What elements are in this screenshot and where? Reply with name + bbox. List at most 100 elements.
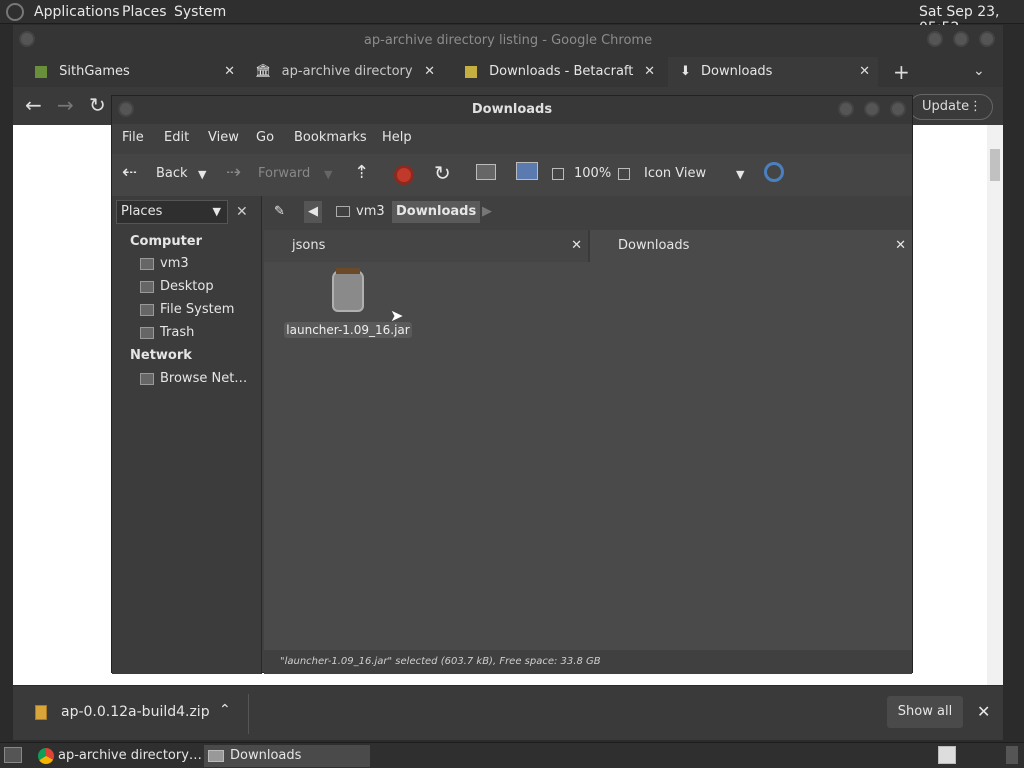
close-tab-icon[interactable]: ✕ — [895, 230, 906, 262]
download-bar: ap-0.0.12a-build4.zip ⌃ Show all ✕ — [13, 685, 1003, 740]
back-history-chevron-icon[interactable]: ▼ — [198, 168, 206, 181]
trash-applet-icon[interactable] — [1006, 746, 1018, 764]
sidebar-places-select[interactable]: Places ▼ — [116, 200, 228, 224]
window-menu-icon[interactable] — [19, 31, 35, 47]
menu-edit[interactable]: Edit — [164, 130, 189, 145]
sidebar-item-label: Trash — [160, 325, 195, 340]
close-tab-icon[interactable]: ✕ — [224, 57, 235, 87]
fm-minimize-button[interactable] — [838, 101, 854, 117]
applications-menu[interactable]: Applications — [34, 4, 120, 20]
fm-tab-label: jsons — [292, 238, 326, 253]
fm-close-button[interactable] — [890, 101, 906, 117]
download-options-chevron-icon[interactable]: ⌃ — [219, 702, 231, 718]
taskbar-item-downloads[interactable]: Downloads — [204, 745, 370, 767]
tab-search-chevron-icon[interactable]: ⌄ — [973, 63, 985, 79]
path-downloads[interactable]: Downloads — [392, 201, 481, 223]
close-tab-icon[interactable]: ✕ — [424, 57, 435, 87]
computer-icon[interactable] — [516, 162, 538, 180]
network-icon — [140, 372, 154, 385]
close-tab-icon[interactable]: ✕ — [859, 57, 870, 87]
fm-tab-downloads[interactable]: Downloads ✕ — [590, 230, 912, 262]
new-tab-icon[interactable]: + — [893, 60, 910, 84]
forward-arrow-icon[interactable]: → — [57, 93, 74, 117]
show-desktop-icon[interactable] — [4, 747, 22, 763]
tab-betacraft[interactable]: Downloads - Betacraft ✕ — [453, 57, 663, 87]
edit-location-icon[interactable]: ✎ — [270, 201, 289, 223]
sidebar-item-label: vm3 — [160, 256, 189, 271]
places-menu[interactable]: Places — [122, 4, 167, 20]
top-panel: Applications Places System Sat Sep 23, 0… — [0, 0, 1024, 36]
file-view[interactable]: launcher-1.09_16.jar ➤ — [264, 262, 912, 650]
file-item[interactable]: launcher-1.09_16.jar — [284, 268, 414, 338]
more-menu-icon[interactable]: ⋮ — [969, 95, 982, 119]
mouse-cursor-icon: ➤ — [390, 306, 404, 325]
up-icon[interactable]: ⇡ — [354, 162, 369, 183]
tab-sithgames[interactable]: SithGames ✕ — [23, 57, 243, 87]
fm-tab-jsons[interactable]: jsons ✕ — [264, 230, 588, 262]
archive-favicon-icon: 🏛 — [255, 64, 272, 79]
reload-icon[interactable]: ↻ — [434, 161, 451, 185]
fm-window-menu-icon[interactable] — [118, 101, 134, 117]
update-button[interactable]: Update ⋮ — [909, 94, 993, 120]
fm-tab-bar: jsons ✕ Downloads ✕ — [264, 230, 912, 262]
sidebar-item-trash[interactable]: Trash — [140, 325, 194, 345]
sidebar-item-filesystem[interactable]: File System — [140, 302, 234, 322]
menu-go[interactable]: Go — [256, 130, 274, 145]
page-scrollbar[interactable] — [987, 125, 1003, 685]
tab-strip: SithGames ✕ 🏛 ap-archive directory listi… — [13, 57, 1003, 109]
stop-icon[interactable] — [394, 165, 414, 185]
path-left-icon[interactable]: ◀ — [304, 201, 322, 223]
menu-view[interactable]: View — [208, 130, 239, 145]
show-all-button[interactable]: Show all — [887, 696, 963, 728]
close-download-bar-icon[interactable]: ✕ — [977, 702, 990, 721]
sidebar-item-desktop[interactable]: Desktop — [140, 279, 214, 299]
minimize-button[interactable] — [927, 31, 943, 47]
update-label: Update — [922, 99, 970, 114]
close-tab-icon[interactable]: ✕ — [571, 230, 582, 262]
workspace-switcher-icon[interactable] — [938, 746, 956, 764]
download-divider — [248, 694, 249, 734]
sidebar-item-vm3[interactable]: vm3 — [140, 256, 189, 276]
taskbar: ap-archive directory… Downloads — [0, 742, 1024, 768]
sidebar-item-browse-network[interactable]: Browse Net… — [140, 371, 247, 391]
forward-icon[interactable]: ⇢ — [226, 162, 241, 183]
home-folder-icon — [140, 257, 154, 270]
search-icon[interactable] — [764, 162, 784, 182]
sidebar-header-label: Places — [121, 204, 163, 219]
home-icon[interactable] — [476, 164, 496, 180]
back-arrow-icon[interactable]: ← — [25, 93, 42, 117]
filesystem-icon — [140, 303, 154, 316]
view-mode-chevron-icon[interactable]: ▼ — [736, 168, 744, 181]
fm-maximize-button[interactable] — [864, 101, 880, 117]
page-scrollbar-thumb[interactable] — [990, 149, 1000, 181]
path-vm3[interactable]: vm3 — [332, 201, 389, 223]
distro-logo-icon[interactable] — [6, 3, 24, 21]
zoom-in-icon[interactable] — [618, 168, 630, 180]
chrome-titlebar: ap-archive directory listing - Google Ch… — [13, 25, 1003, 57]
close-tab-icon[interactable]: ✕ — [644, 57, 655, 87]
fm-window-title: Downloads — [471, 102, 553, 117]
close-sidebar-icon[interactable]: ✕ — [236, 204, 248, 220]
sidebar-section-computer: Computer — [130, 234, 203, 249]
menu-file[interactable]: File — [122, 130, 144, 145]
view-mode-select[interactable]: Icon View — [644, 166, 706, 181]
maximize-button[interactable] — [953, 31, 969, 47]
back-icon[interactable]: ⇠ — [122, 162, 137, 183]
system-menu[interactable]: System — [174, 4, 226, 20]
reload-icon[interactable]: ↻ — [89, 93, 106, 117]
fm-tab-label: Downloads — [618, 238, 690, 253]
forward-history-chevron-icon[interactable]: ▼ — [324, 168, 332, 181]
back-button[interactable]: Back — [156, 166, 188, 181]
menu-bookmarks[interactable]: Bookmarks — [294, 130, 367, 145]
taskbar-item-chrome[interactable]: ap-archive directory… — [32, 745, 202, 767]
tab-downloads[interactable]: ⬇ Downloads ✕ — [668, 57, 878, 87]
menu-help[interactable]: Help — [382, 130, 412, 145]
path-right-icon[interactable]: ▶ — [478, 201, 496, 223]
tab-ap-archive[interactable]: 🏛 ap-archive directory listin ✕ — [243, 57, 443, 109]
sidebar-item-label: Browse Net… — [160, 371, 248, 386]
sidebar-section-network: Network — [130, 348, 192, 363]
close-window-button[interactable] — [979, 31, 995, 47]
zoom-out-icon[interactable] — [552, 168, 564, 180]
forward-button[interactable]: Forward — [258, 166, 310, 181]
download-filename[interactable]: ap-0.0.12a-build4.zip — [61, 704, 210, 720]
